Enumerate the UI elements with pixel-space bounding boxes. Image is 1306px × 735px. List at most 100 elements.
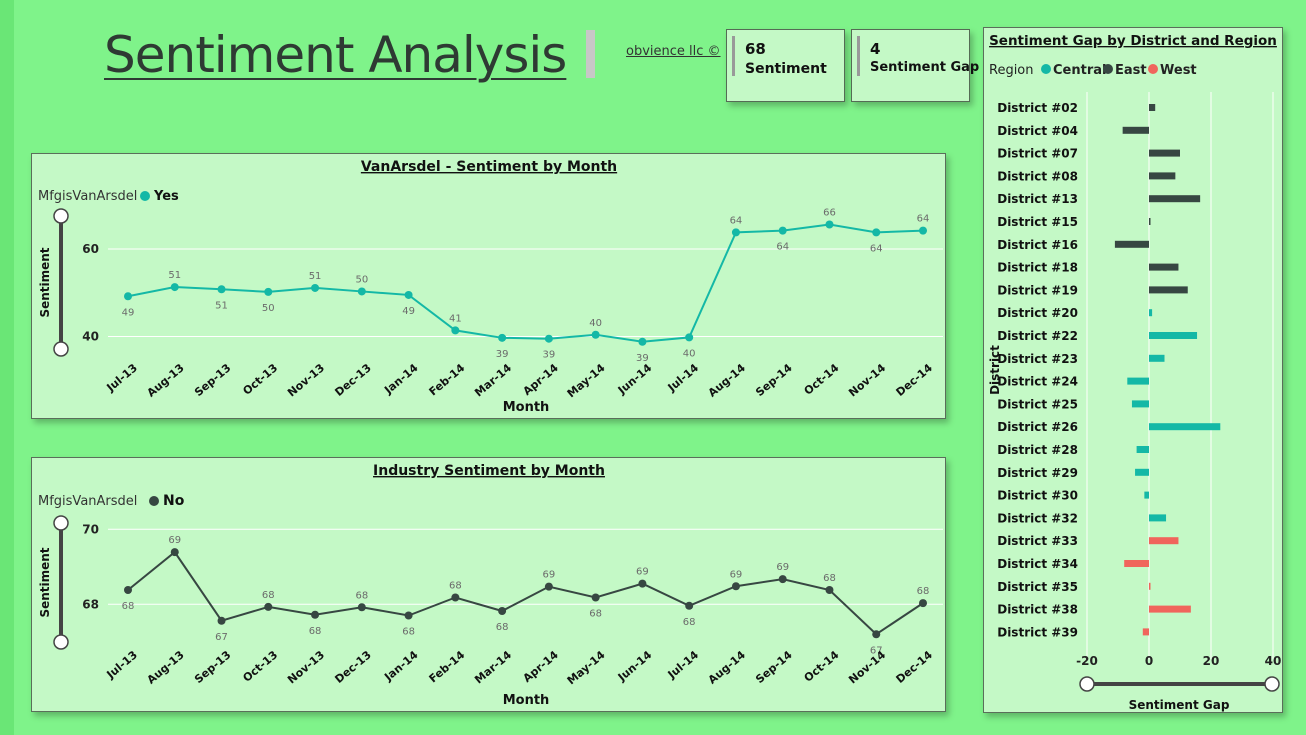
- bar[interactable]: [1149, 605, 1191, 613]
- x-tick-label: Aug-13: [145, 361, 187, 399]
- category-label: District #18: [997, 261, 1078, 275]
- bar[interactable]: [1122, 126, 1149, 134]
- bar[interactable]: [1136, 446, 1149, 453]
- y-tick-label: 68: [82, 597, 99, 611]
- data-point[interactable]: [591, 593, 600, 602]
- bar[interactable]: [1127, 377, 1149, 385]
- y-axis-title: Sentiment: [38, 247, 52, 317]
- x-tick-label: 0: [1145, 654, 1153, 668]
- x-tick-label: Oct-14: [802, 361, 842, 398]
- category-label: District #22: [997, 329, 1078, 343]
- data-point[interactable]: [498, 607, 507, 615]
- data-point[interactable]: [217, 285, 226, 294]
- y-range-slider-handle-bottom[interactable]: [53, 341, 69, 357]
- bar[interactable]: [1149, 423, 1221, 431]
- legend-item-central: Central: [1053, 63, 1106, 78]
- credit-link[interactable]: obvience llc ©: [626, 44, 721, 59]
- sentiment-card[interactable]: 68 Sentiment: [726, 29, 845, 102]
- data-point[interactable]: [544, 582, 553, 591]
- data-label: 68: [355, 590, 368, 601]
- data-point[interactable]: [638, 579, 647, 588]
- data-point[interactable]: [451, 326, 460, 335]
- bar[interactable]: [1124, 560, 1149, 567]
- bar[interactable]: [1149, 354, 1165, 362]
- x-range-slider-handle-left[interactable]: [1079, 676, 1095, 692]
- category-label: District #30: [997, 489, 1078, 503]
- x-tick-label: 20: [1203, 654, 1220, 668]
- bar[interactable]: [1142, 628, 1149, 636]
- data-point[interactable]: [685, 601, 694, 610]
- bar[interactable]: [1149, 332, 1198, 339]
- bar[interactable]: [1149, 172, 1176, 180]
- data-point[interactable]: [872, 630, 881, 639]
- data-point[interactable]: [778, 226, 787, 235]
- district-gap-chart[interactable]: Sentiment Gap by District and Region Regi…: [983, 27, 1283, 713]
- data-point[interactable]: [217, 616, 226, 625]
- bar[interactable]: [1114, 240, 1149, 248]
- bar[interactable]: [1149, 149, 1180, 157]
- x-tick-label: Jul-13: [104, 361, 140, 394]
- bar[interactable]: [1149, 104, 1156, 111]
- category-label: District #02: [997, 101, 1078, 115]
- series-line: [127, 223, 924, 343]
- data-point[interactable]: [170, 283, 179, 292]
- x-tick-label: Nov-13: [285, 361, 327, 399]
- data-label: 64: [917, 214, 930, 225]
- data-point[interactable]: [451, 593, 460, 602]
- data-point[interactable]: [498, 333, 507, 342]
- vanarsdel-sentiment-chart[interactable]: VanArsdel - Sentiment by Month MfgisVanAr…: [31, 153, 946, 419]
- y-range-slider-handle-top[interactable]: [53, 208, 69, 224]
- data-point[interactable]: [778, 575, 787, 584]
- bar[interactable]: [1149, 218, 1151, 225]
- category-label: District #20: [997, 306, 1078, 320]
- data-point[interactable]: [357, 603, 366, 612]
- x-range-slider-handle-right[interactable]: [1264, 676, 1280, 692]
- card-accent: [732, 36, 735, 76]
- bar[interactable]: [1149, 195, 1201, 203]
- x-tick-label: Nov-14: [846, 648, 888, 686]
- data-point[interactable]: [872, 228, 881, 237]
- data-point[interactable]: [404, 290, 413, 299]
- data-point[interactable]: [404, 611, 413, 620]
- bar[interactable]: [1149, 582, 1151, 590]
- data-label: 51: [215, 300, 228, 311]
- x-tick-label: Sep-14: [753, 361, 795, 399]
- data-point[interactable]: [919, 599, 927, 608]
- data-point[interactable]: [264, 602, 273, 611]
- data-point[interactable]: [731, 228, 740, 237]
- industry-sentiment-chart[interactable]: Industry Sentiment by Month MfgisVanArsde…: [31, 457, 946, 712]
- data-point[interactable]: [544, 334, 553, 343]
- data-point[interactable]: [124, 586, 132, 594]
- data-point[interactable]: [731, 582, 740, 591]
- data-point[interactable]: [591, 330, 600, 339]
- bar[interactable]: [1149, 263, 1179, 271]
- bar[interactable]: [1144, 491, 1149, 499]
- x-tick-label: Apr-14: [521, 361, 562, 398]
- y-tick-label: 70: [82, 522, 99, 536]
- bar[interactable]: [1149, 514, 1167, 522]
- sentiment-gap-value: 4: [870, 40, 881, 58]
- data-point[interactable]: [638, 337, 647, 346]
- data-point[interactable]: [357, 287, 366, 296]
- data-point[interactable]: [170, 548, 179, 557]
- data-point[interactable]: [311, 283, 320, 292]
- sentiment-gap-card[interactable]: 4 Sentiment Gap: [851, 29, 979, 102]
- y-axis-title: District: [988, 345, 1002, 395]
- x-tick-label: Sep-14: [753, 648, 795, 686]
- x-tick-label: Dec-14: [894, 361, 936, 399]
- y-range-slider-handle-bottom[interactable]: [53, 634, 69, 650]
- data-point[interactable]: [825, 220, 834, 229]
- bar[interactable]: [1149, 286, 1188, 294]
- data-point[interactable]: [919, 226, 927, 235]
- bar[interactable]: [1149, 309, 1153, 317]
- data-point[interactable]: [124, 292, 132, 301]
- bar[interactable]: [1135, 468, 1149, 476]
- y-range-slider-handle-top[interactable]: [53, 515, 69, 531]
- data-point[interactable]: [264, 287, 273, 296]
- data-point[interactable]: [825, 586, 834, 594]
- category-label: District #23: [997, 352, 1078, 366]
- bar[interactable]: [1149, 537, 1179, 545]
- bar[interactable]: [1131, 400, 1149, 408]
- data-point[interactable]: [685, 333, 694, 342]
- data-point[interactable]: [311, 610, 320, 619]
